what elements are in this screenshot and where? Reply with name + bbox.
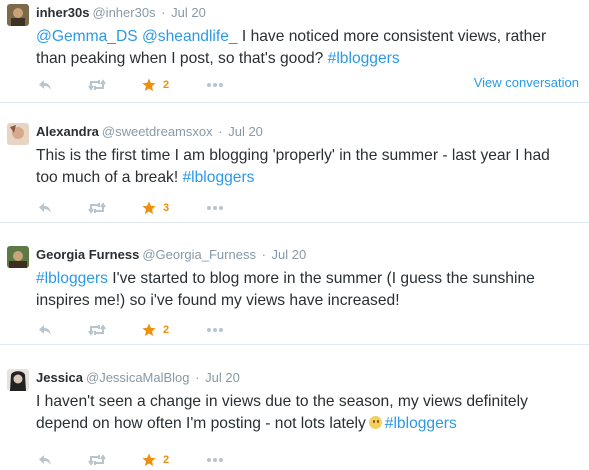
favorite-button[interactable]: 2 — [142, 321, 169, 339]
avatar[interactable] — [7, 4, 29, 26]
separator: · — [161, 5, 166, 20]
reply-button[interactable] — [38, 199, 52, 217]
hashtag-link[interactable]: #lbloggers — [183, 169, 255, 186]
star-icon — [142, 78, 156, 91]
reply-icon — [39, 325, 51, 335]
tweet[interactable]: Jessica @JessicaMalBlog · Jul 20 I haven'… — [0, 365, 589, 470]
tweet-text-line: depend on how often I'm posting - not lo… — [36, 413, 581, 435]
retweet-icon — [88, 454, 106, 466]
tweet-text-line: #lbloggers I've started to blog more in … — [36, 268, 581, 290]
tweet-header: inher30s @inher30s · Jul 20 — [36, 4, 206, 22]
text-segment: depend on how often I'm posting - not lo… — [36, 415, 366, 432]
more-icon — [207, 328, 223, 332]
avatar[interactable] — [7, 246, 29, 268]
tweet-text-line: @Gemma_DS @sheandlife_ I have noticed mo… — [36, 26, 581, 48]
text-segment: I have noticed more consistent views, ra… — [237, 28, 547, 45]
more-button[interactable] — [206, 76, 224, 94]
more-icon — [207, 458, 223, 462]
retweet-icon — [88, 202, 106, 214]
timestamp[interactable]: Jul 20 — [228, 124, 263, 139]
user-handle[interactable]: @inher30s — [92, 5, 155, 20]
retweet-button[interactable] — [88, 199, 106, 217]
tweet-text-line: than peaking when I post, so that's good… — [36, 48, 581, 70]
more-button[interactable] — [206, 451, 224, 469]
tweet-text-line: I haven't seen a change in views due to … — [36, 391, 581, 413]
favorite-button[interactable]: 2 — [142, 76, 169, 94]
favorite-button[interactable]: 3 — [142, 199, 169, 217]
display-name[interactable]: Jessica — [36, 370, 83, 385]
reply-icon — [39, 203, 51, 213]
avatar-image — [7, 123, 29, 145]
tweet-text-line: too much of a break! #lbloggers — [36, 167, 581, 189]
avatar-image — [7, 4, 29, 26]
user-handle[interactable]: @JessicaMalBlog — [86, 370, 190, 385]
reply-button[interactable] — [38, 451, 52, 469]
reply-icon — [39, 455, 51, 465]
text-segment: I've started to blog more in the summer … — [107, 270, 535, 287]
star-icon — [142, 453, 156, 466]
mention-link[interactable]: @Gemma_DS — [36, 28, 138, 45]
separator: · — [195, 370, 200, 385]
avatar[interactable] — [7, 369, 29, 391]
tweet[interactable]: inher30s @inher30s · Jul 20 @Gemma_DS @sh… — [0, 0, 589, 103]
hashtag-link[interactable]: #lbloggers — [385, 415, 457, 432]
more-button[interactable] — [206, 321, 224, 339]
more-icon — [207, 206, 223, 210]
reply-icon — [39, 80, 51, 90]
retweet-button[interactable] — [88, 76, 106, 94]
tweet-text-line: This is the first time I am blogging 'pr… — [36, 145, 581, 167]
star-icon — [142, 323, 156, 336]
tweet-header: Jessica @JessicaMalBlog · Jul 20 — [36, 369, 240, 387]
tweet-text: #lbloggers I've started to blog more in … — [36, 268, 581, 312]
smiley-emoji-icon — [368, 416, 382, 429]
view-conversation-link[interactable]: View conversation — [474, 75, 579, 90]
separator: · — [261, 247, 266, 262]
text-segment: I haven't seen a change in views due to … — [36, 393, 528, 410]
tweet-header: Georgia Furness @Georgia_Furness · Jul 20 — [36, 246, 306, 264]
reply-button[interactable] — [38, 321, 52, 339]
tweet-timeline: inher30s @inher30s · Jul 20 @Gemma_DS @sh… — [0, 0, 589, 470]
tweet[interactable]: Georgia Furness @Georgia_Furness · Jul 20… — [0, 242, 589, 345]
reply-button[interactable] — [38, 76, 52, 94]
text-segment: inspires me!) so i've found my views hav… — [36, 292, 400, 309]
user-handle[interactable]: @Georgia_Furness — [142, 247, 256, 262]
display-name[interactable]: inher30s — [36, 5, 89, 20]
avatar[interactable] — [7, 123, 29, 145]
tweet-text: @Gemma_DS @sheandlife_ I have noticed mo… — [36, 26, 581, 70]
tweet-header: Alexandra @sweetdreamsxox · Jul 20 — [36, 123, 263, 141]
more-icon — [207, 83, 223, 87]
separator: · — [218, 124, 223, 139]
favorite-count: 3 — [163, 202, 170, 214]
tweet-text-line: inspires me!) so i've found my views hav… — [36, 290, 581, 312]
timestamp[interactable]: Jul 20 — [272, 247, 307, 262]
avatar-image — [7, 369, 29, 391]
more-button[interactable] — [206, 199, 224, 217]
favorite-button[interactable]: 2 — [142, 451, 169, 469]
tweet-text: This is the first time I am blogging 'pr… — [36, 145, 581, 189]
text-segment: This is the first time I am blogging 'pr… — [36, 147, 550, 164]
favorite-count: 2 — [163, 454, 170, 466]
avatar-image — [7, 246, 29, 268]
favorite-count: 2 — [163, 324, 170, 336]
retweet-icon — [88, 79, 106, 91]
text-segment: than peaking when I post, so that's good… — [36, 50, 328, 67]
mention-link[interactable]: @sheandlife_ — [142, 28, 238, 45]
hashtag-link[interactable]: #lbloggers — [328, 50, 400, 67]
retweet-button[interactable] — [88, 321, 106, 339]
timestamp[interactable]: Jul 20 — [205, 370, 240, 385]
tweet[interactable]: Alexandra @sweetdreamsxox · Jul 20 This i… — [0, 119, 589, 223]
retweet-button[interactable] — [88, 451, 106, 469]
display-name[interactable]: Alexandra — [36, 124, 99, 139]
retweet-icon — [88, 324, 106, 336]
timestamp[interactable]: Jul 20 — [171, 5, 206, 20]
tweet-text: I haven't seen a change in views due to … — [36, 391, 581, 435]
hashtag-link[interactable]: #lbloggers — [36, 270, 108, 287]
display-name[interactable]: Georgia Furness — [36, 247, 139, 262]
text-segment: too much of a break! — [36, 169, 183, 186]
star-icon — [142, 201, 156, 214]
user-handle[interactable]: @sweetdreamsxox — [102, 124, 213, 139]
favorite-count: 2 — [163, 79, 170, 91]
